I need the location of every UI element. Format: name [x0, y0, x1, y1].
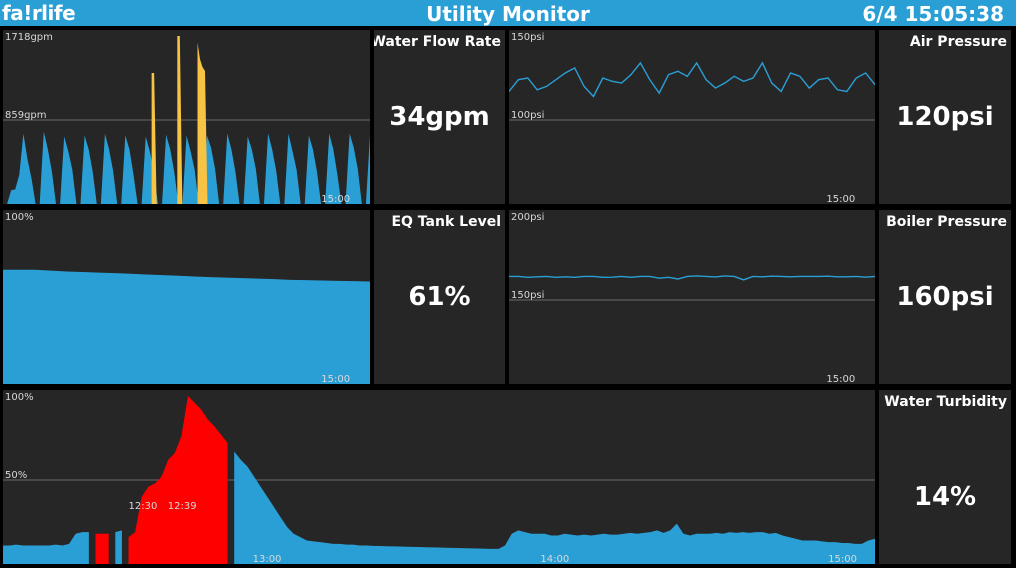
series-area [3, 269, 370, 384]
eq-tank-chart-svg: 100%50%15:00 [3, 212, 370, 384]
series-area [234, 451, 875, 564]
x-tick-label: 15:00 [828, 554, 857, 564]
x-tick-label: 15:00 [321, 194, 350, 204]
water-flow-value: 34gpm [389, 102, 490, 132]
x-tick-label: 15:00 [826, 374, 855, 384]
series-area [3, 131, 370, 204]
water-turbidity-stat-panel: Water Turbidity 14% [879, 390, 1011, 564]
eq-tank-stat-panel: EQ Tank Level 61% [374, 210, 505, 384]
water-flow-chart: 1718gpm 859gpm 15:00 [3, 30, 370, 204]
y-tick-label: 50% [5, 470, 27, 481]
series-area [3, 532, 89, 564]
x-tick-label: 13:00 [253, 554, 282, 564]
y-tick-label: 100psi [511, 110, 544, 121]
air-pressure-chart: 150psi 100psi 15:00 [509, 30, 875, 204]
water-flow-label: Water Flow Rate [374, 34, 501, 50]
y-tick-label: 1718gpm [5, 32, 53, 43]
series-area [115, 530, 122, 564]
x-tick-label: 14:00 [540, 554, 569, 564]
water-turbidity-chart-svg: 100% 50% 12:30 12:39 13:00 14:00 15:00 [3, 392, 875, 564]
datetime-display: 6/4 15:05:38 [862, 2, 1004, 26]
boiler-pressure-chart-svg: 200psi 150psi 15:00 [509, 212, 875, 384]
water-turbidity-label: Water Turbidity [884, 394, 1007, 410]
y-tick-label: 100% [5, 212, 34, 223]
air-pressure-value: 120psi [896, 102, 994, 132]
water-turbidity-value: 14% [913, 482, 977, 512]
boiler-pressure-label: Boiler Pressure [886, 214, 1007, 230]
x-tick-label: 15:00 [321, 374, 350, 384]
eq-tank-value: 61% [408, 282, 471, 312]
air-pressure-chart-svg: 150psi 100psi 15:00 [509, 32, 875, 204]
air-pressure-label: Air Pressure [909, 34, 1007, 50]
air-pressure-stat-panel: Air Pressure 120psi [879, 30, 1011, 204]
y-tick-label: 100% [5, 392, 34, 403]
boiler-pressure-chart: 200psi 150psi 15:00 [509, 210, 875, 384]
water-flow-stat-panel: Water Flow Rate 34gpm [374, 30, 505, 204]
alert-time-label: 12:30 [129, 501, 158, 512]
alert-time-label: 12:39 [168, 501, 197, 512]
y-tick-label: 150psi [511, 32, 544, 43]
highlight-spike [151, 72, 157, 204]
alert-area [95, 533, 109, 564]
water-turbidity-chart: 100% 50% 12:30 12:39 13:00 14:00 15:00 [3, 390, 875, 564]
series-line [509, 275, 875, 281]
highlight-spike [197, 42, 208, 204]
boiler-pressure-stat-panel: Boiler Pressure 160psi [879, 210, 1011, 384]
y-tick-label: 150psi [511, 290, 544, 301]
y-tick-label: 200psi [511, 212, 544, 223]
x-tick-label: 15:00 [826, 194, 855, 204]
series-line [509, 61, 875, 98]
header-bar: fa!rlife Utility Monitor 6/4 15:05:38 [0, 0, 1016, 26]
boiler-pressure-value: 160psi [896, 282, 994, 312]
water-flow-chart-svg: 1718gpm 859gpm 15:00 [3, 32, 370, 204]
eq-tank-chart: 100%50%15:00 [3, 210, 370, 384]
y-tick-label: 859gpm [5, 110, 47, 121]
eq-tank-label: EQ Tank Level [391, 214, 501, 230]
